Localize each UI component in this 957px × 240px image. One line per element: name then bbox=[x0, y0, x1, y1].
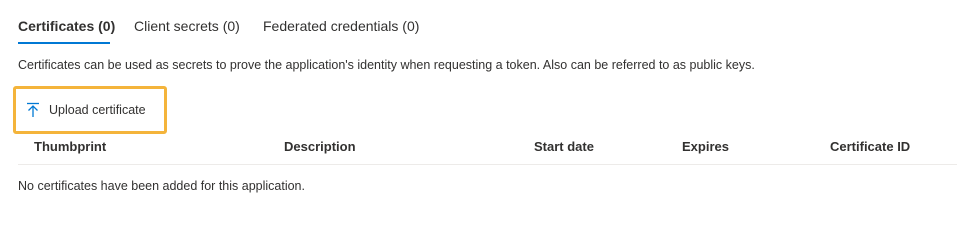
credentials-tabs: Certificates (0) Client secrets (0) Fede… bbox=[18, 16, 433, 44]
column-header-start-date[interactable]: Start date bbox=[534, 139, 594, 154]
column-header-certificate-id[interactable]: Certificate ID bbox=[830, 139, 910, 154]
tab-federated-credentials[interactable]: Federated credentials (0) bbox=[263, 16, 433, 44]
column-header-thumbprint[interactable]: Thumbprint bbox=[34, 139, 106, 154]
upload-icon bbox=[26, 102, 40, 118]
tab-certificates[interactable]: Certificates (0) bbox=[18, 16, 115, 44]
upload-certificate-label: Upload certificate bbox=[49, 103, 146, 117]
certificates-table-header: Thumbprint Description Start date Expire… bbox=[18, 138, 957, 165]
empty-table-message: No certificates have been added for this… bbox=[18, 179, 305, 193]
column-header-expires[interactable]: Expires bbox=[682, 139, 729, 154]
tab-client-secrets[interactable]: Client secrets (0) bbox=[134, 16, 263, 44]
column-header-description[interactable]: Description bbox=[284, 139, 356, 154]
certificates-description: Certificates can be used as secrets to p… bbox=[18, 58, 755, 72]
upload-certificate-button[interactable]: Upload certificate bbox=[26, 102, 146, 118]
